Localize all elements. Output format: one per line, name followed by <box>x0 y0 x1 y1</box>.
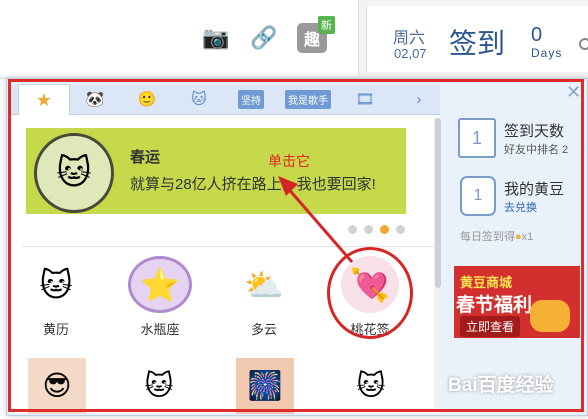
arrow-line <box>284 185 354 263</box>
annotation-arrow <box>278 176 354 263</box>
watermark: Bai百度经验 <box>448 375 554 396</box>
arrow-head <box>278 176 298 196</box>
